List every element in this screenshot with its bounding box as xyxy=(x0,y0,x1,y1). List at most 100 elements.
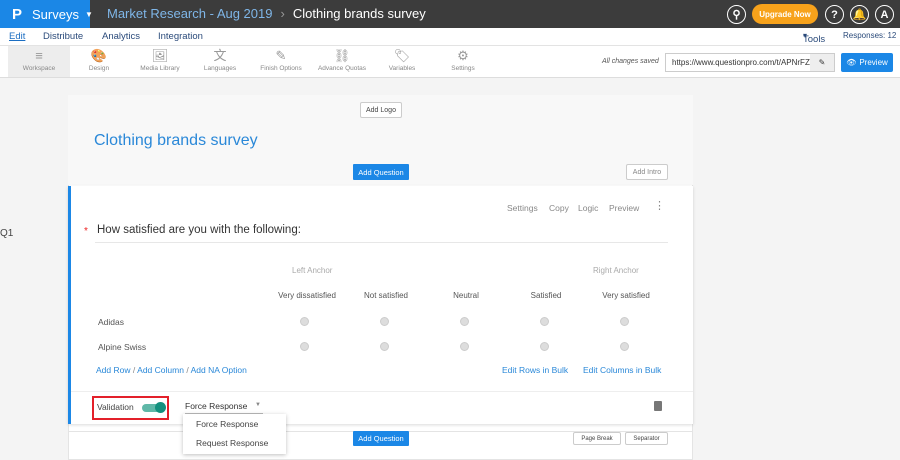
add-links: Add Row / Add Column / Add NA Option xyxy=(96,365,247,375)
pencil-icon[interactable]: ✎ xyxy=(810,54,834,71)
translate-icon: 文 xyxy=(213,48,227,63)
workspace-icon: ≡ xyxy=(35,48,43,63)
menu-item-request-response[interactable]: Request Response xyxy=(196,438,268,448)
toolbar-languages[interactable]: 文 Languages xyxy=(189,46,251,77)
column-header[interactable]: Very satisfied xyxy=(586,291,666,300)
upgrade-button[interactable]: Upgrade Now xyxy=(752,4,818,24)
rating-radio[interactable] xyxy=(460,317,469,326)
divider xyxy=(95,242,668,243)
rating-radio[interactable] xyxy=(380,317,389,326)
bell-icon[interactable]: 🔔 xyxy=(850,5,869,24)
rating-radio[interactable] xyxy=(300,317,309,326)
toolbar-finish-options[interactable]: ✎ Finish Options xyxy=(250,46,312,77)
column-header[interactable]: Very dissatisfied xyxy=(267,291,347,300)
rating-radio[interactable] xyxy=(540,342,549,351)
question-number: Q1 xyxy=(0,228,14,239)
add-question-button[interactable]: Add Question xyxy=(353,164,409,180)
question-copy[interactable]: Copy xyxy=(549,203,569,213)
tab-analytics[interactable]: Analytics xyxy=(102,31,140,42)
survey-url-field[interactable]: https://www.questionpro.com/t/APNrFZ ✎ xyxy=(665,53,835,72)
add-na-option-link[interactable]: Add NA Option xyxy=(191,365,247,375)
tab-integration[interactable]: Integration xyxy=(158,31,203,42)
question-settings[interactable]: Settings xyxy=(507,203,538,213)
question-preview[interactable]: Preview xyxy=(609,203,639,213)
add-intro-button[interactable]: Add Intro xyxy=(626,164,668,180)
slash: / xyxy=(186,365,189,375)
tag-icon: 🏷 xyxy=(393,48,411,63)
breadcrumb-parent[interactable]: Market Research - Aug 2019 xyxy=(107,6,272,21)
toolbar-label: Languages xyxy=(203,65,237,72)
palette-icon: 🎨 xyxy=(90,48,108,63)
preview-label: Preview xyxy=(859,58,888,67)
add-column-link[interactable]: Add Column xyxy=(137,365,184,375)
separator-label: Separator xyxy=(633,435,660,442)
trash-icon[interactable] xyxy=(654,401,662,411)
page-break-button[interactable]: Page Break xyxy=(573,432,621,445)
separator-button[interactable]: Separator xyxy=(625,432,668,445)
toolbar-label: Variables xyxy=(388,65,416,72)
toolbar-settings[interactable]: ⚙ Settings xyxy=(432,46,494,77)
survey-title[interactable]: Clothing brands survey xyxy=(94,132,258,150)
avatar[interactable]: A xyxy=(875,5,894,24)
toggle-knob xyxy=(155,402,166,413)
toolbar-label: Media Library xyxy=(140,65,180,72)
menu-item-force-response[interactable]: Force Response xyxy=(196,419,258,429)
validation-type-select[interactable]: Force Response ▼ xyxy=(185,401,263,414)
image-icon: 🖼 xyxy=(151,48,169,63)
rating-radio[interactable] xyxy=(460,342,469,351)
question-text[interactable]: How satisfied are you with the following… xyxy=(97,224,301,236)
toolbar-variables[interactable]: 🏷 Variables xyxy=(371,46,433,77)
chevron-right-icon: › xyxy=(280,6,285,21)
divider xyxy=(71,391,693,392)
breadcrumb-current: Clothing brands survey xyxy=(292,6,426,21)
brand-label: Surveys xyxy=(32,6,79,22)
validation-dropdown-menu: Force Response Request Response xyxy=(183,414,286,454)
rating-radio[interactable] xyxy=(620,317,629,326)
tools-label: Tools xyxy=(803,34,826,45)
eye-icon: 👁 xyxy=(846,58,857,67)
preview-button[interactable]: 👁 Preview xyxy=(841,53,893,72)
tools-menu[interactable]: Tools ▾ xyxy=(803,31,825,45)
toolbar-workspace[interactable]: ≡ Workspace xyxy=(8,46,70,77)
surveys-menu[interactable]: P Surveys ▼ xyxy=(0,0,93,28)
column-header[interactable]: Satisfied xyxy=(506,291,586,300)
help-icon[interactable]: ? xyxy=(825,5,844,24)
edit-columns-bulk-link[interactable]: Edit Columns in Bulk xyxy=(583,365,661,375)
validation-label: Validation xyxy=(97,402,134,412)
rating-radio[interactable] xyxy=(380,342,389,351)
edit-rows-bulk-link[interactable]: Edit Rows in Bulk xyxy=(502,365,568,375)
question-box xyxy=(68,186,693,424)
rating-radio[interactable] xyxy=(540,317,549,326)
save-status: All changes saved xyxy=(602,58,659,65)
rating-radio[interactable] xyxy=(620,342,629,351)
column-header[interactable]: Neutral xyxy=(426,291,506,300)
slash: / xyxy=(132,365,136,375)
column-header[interactable]: Not satisfied xyxy=(346,291,426,300)
tab-edit[interactable]: Edit xyxy=(9,31,25,42)
search-icon[interactable]: ⚲ xyxy=(727,5,746,24)
left-anchor[interactable]: Left Anchor xyxy=(292,266,332,275)
main-nav: Edit Distribute Analytics Integration To… xyxy=(0,28,900,46)
rating-radio[interactable] xyxy=(300,342,309,351)
required-icon: * xyxy=(84,226,88,237)
toolbar-label: Finish Options xyxy=(260,65,302,72)
add-logo-button[interactable]: Add Logo xyxy=(360,102,402,118)
more-vertical-icon[interactable]: ⋮ xyxy=(654,199,665,212)
row-label[interactable]: Alpine Swiss xyxy=(98,342,146,352)
question-logic[interactable]: Logic xyxy=(578,203,598,213)
validation-toggle[interactable] xyxy=(142,402,166,413)
toolbar-design[interactable]: 🎨 Design xyxy=(68,46,130,77)
caret-down-icon: ▼ xyxy=(255,402,261,408)
add-question-button[interactable]: Add Question xyxy=(353,431,409,446)
page-break-label: Page Break xyxy=(581,435,613,442)
add-row-link[interactable]: Add Row xyxy=(96,365,131,375)
selected-value: Force Response xyxy=(185,401,248,411)
logo: P xyxy=(12,5,23,23)
toolbar-label: Advance Quotas xyxy=(317,65,367,72)
right-anchor[interactable]: Right Anchor xyxy=(593,266,639,275)
toolbar-advance-quotas[interactable]: ⛓ Advance Quotas xyxy=(311,46,373,77)
tab-distribute[interactable]: Distribute xyxy=(43,31,83,42)
responses-count[interactable]: Responses: 12 xyxy=(843,31,896,40)
row-label[interactable]: Adidas xyxy=(98,317,124,327)
toolbar-media-library[interactable]: 🖼 Media Library xyxy=(129,46,191,77)
